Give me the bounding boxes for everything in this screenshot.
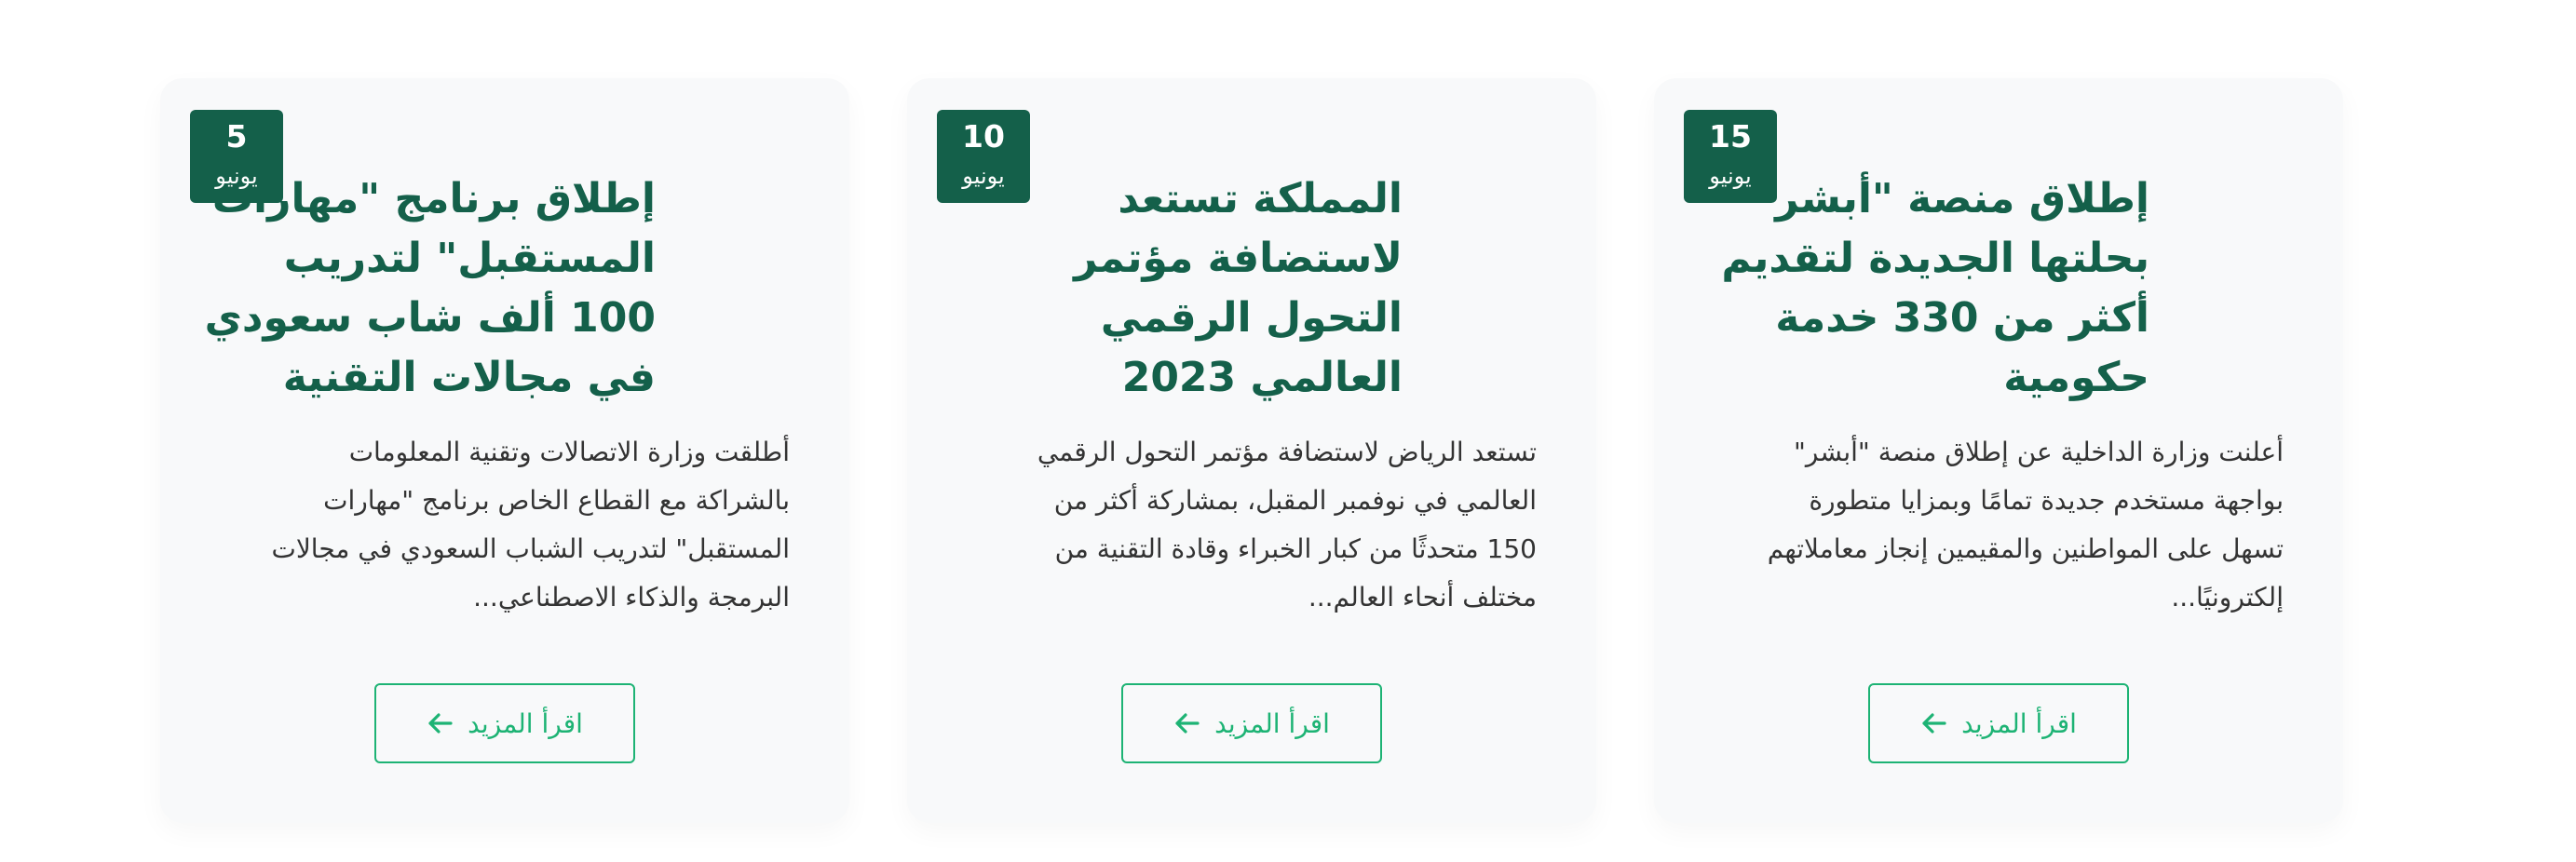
news-cards-grid: 15 يونيو إطلاق منصة "أبشر" بحلتها الجديد… bbox=[0, 0, 2576, 862]
date-badge: 10 يونيو bbox=[937, 110, 1030, 203]
news-title[interactable]: المملكة تستعد لاستضافة مؤتمر التحول الرق… bbox=[937, 169, 1403, 408]
news-excerpt: تستعد الرياض لاستضافة مؤتمر التحول الرقم… bbox=[1037, 437, 1537, 613]
date-day: 5 bbox=[225, 118, 248, 155]
read-more-label: اقرأ المزيد bbox=[1961, 707, 2077, 739]
news-excerpt: أعلنت وزارة الداخلية عن إطلاق منصة "أبشر… bbox=[1767, 437, 2284, 613]
date-day: 15 bbox=[1709, 118, 1752, 155]
read-more-label: اقرأ المزيد bbox=[1214, 707, 1330, 739]
news-title[interactable]: إطلاق برنامج "مهارات المستقبل" لتدريب 10… bbox=[190, 169, 656, 408]
date-day: 10 bbox=[962, 118, 1005, 155]
news-card: 5 يونيو إطلاق برنامج "مهارات المستقبل" ل… bbox=[160, 78, 849, 823]
news-card: 15 يونيو إطلاق منصة "أبشر" بحلتها الجديد… bbox=[1654, 78, 2343, 823]
date-month: يونيو bbox=[1709, 163, 1752, 189]
news-title[interactable]: إطلاق منصة "أبشر" بحلتها الجديدة لتقديم … bbox=[1684, 169, 2149, 408]
arrow-left-icon bbox=[1175, 713, 1200, 734]
read-more-button[interactable]: اقرأ المزيد bbox=[374, 683, 635, 763]
date-badge: 5 يونيو bbox=[190, 110, 283, 203]
news-excerpt: أطلقت وزارة الاتصالات وتقنية المعلومات ب… bbox=[271, 437, 790, 613]
arrow-left-icon bbox=[1922, 713, 1946, 734]
read-more-button[interactable]: اقرأ المزيد bbox=[1121, 683, 1382, 763]
read-more-label: اقرأ المزيد bbox=[468, 707, 583, 739]
read-more-button[interactable]: اقرأ المزيد bbox=[1868, 683, 2129, 763]
date-month: يونيو bbox=[962, 163, 1005, 189]
date-badge: 15 يونيو bbox=[1684, 110, 1777, 203]
date-month: يونيو bbox=[215, 163, 258, 189]
news-card: 10 يونيو المملكة تستعد لاستضافة مؤتمر ال… bbox=[907, 78, 1596, 823]
arrow-left-icon bbox=[428, 713, 453, 734]
